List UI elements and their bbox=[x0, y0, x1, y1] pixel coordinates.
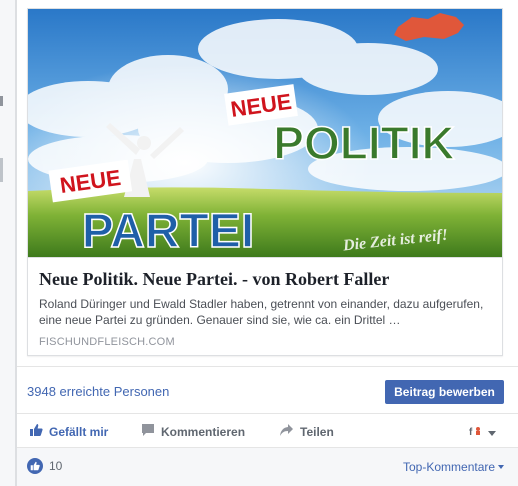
share-arrow-icon bbox=[279, 423, 294, 440]
boost-post-button[interactable]: Beitrag bewerben bbox=[385, 380, 504, 404]
chevron-down-icon bbox=[498, 465, 505, 469]
feed-post: NEUE POLITIK NEUE PARTEI Die Zeit ist re… bbox=[16, 0, 518, 486]
link-description: Roland Düringer und Ewald Stadler haben,… bbox=[39, 297, 484, 327]
like-button[interactable]: Gefällt mir bbox=[29, 423, 108, 440]
link-preview-image[interactable]: NEUE POLITIK NEUE PARTEI Die Zeit ist re… bbox=[28, 9, 502, 257]
comment-sort-dropdown[interactable]: Top-Kommentare bbox=[403, 460, 505, 474]
comment-button[interactable]: Kommentieren bbox=[141, 423, 245, 440]
reach-count-link[interactable]: 3948 erreichte Personen bbox=[27, 384, 169, 399]
left-sidebar-strip bbox=[0, 0, 16, 486]
comment-sort-label: Top-Kommentare bbox=[403, 460, 496, 474]
image-headline-bottom: PARTEI bbox=[82, 205, 254, 257]
image-headline-top: POLITIK bbox=[273, 117, 454, 169]
like-count: 10 bbox=[49, 459, 63, 473]
svg-text:f: f bbox=[469, 427, 473, 437]
post-actions-bar: Gefällt mir Kommentieren Teilen f bbox=[17, 414, 518, 448]
audience-selector[interactable]: f bbox=[469, 424, 496, 442]
share-button[interactable]: Teilen bbox=[279, 423, 334, 440]
comment-label: Kommentieren bbox=[161, 424, 246, 439]
reactions-summary: 10 Top-Kommentare bbox=[17, 448, 518, 486]
chevron-down-icon bbox=[488, 430, 496, 436]
link-title[interactable]: Neue Politik. Neue Partei. - von Robert … bbox=[39, 267, 491, 291]
thumbs-up-icon bbox=[27, 458, 43, 474]
like-label: Gefällt mir bbox=[49, 424, 109, 439]
sidebar-marker bbox=[0, 158, 3, 182]
comment-bubble-icon bbox=[141, 423, 155, 440]
thumbs-up-icon bbox=[29, 423, 43, 440]
sidebar-marker bbox=[0, 96, 3, 106]
reaction-count[interactable]: 10 bbox=[27, 458, 62, 474]
post-insights-bar: 3948 erreichte Personen Beitrag bewerben bbox=[17, 366, 518, 414]
audience-selector-icon: f bbox=[469, 424, 485, 442]
link-preview-card[interactable]: NEUE POLITIK NEUE PARTEI Die Zeit ist re… bbox=[27, 8, 503, 356]
link-domain: FISCHUNDFLEISCH.COM bbox=[39, 336, 175, 348]
link-preview-text[interactable]: Neue Politik. Neue Partei. - von Robert … bbox=[28, 257, 502, 355]
share-label: Teilen bbox=[300, 424, 334, 439]
